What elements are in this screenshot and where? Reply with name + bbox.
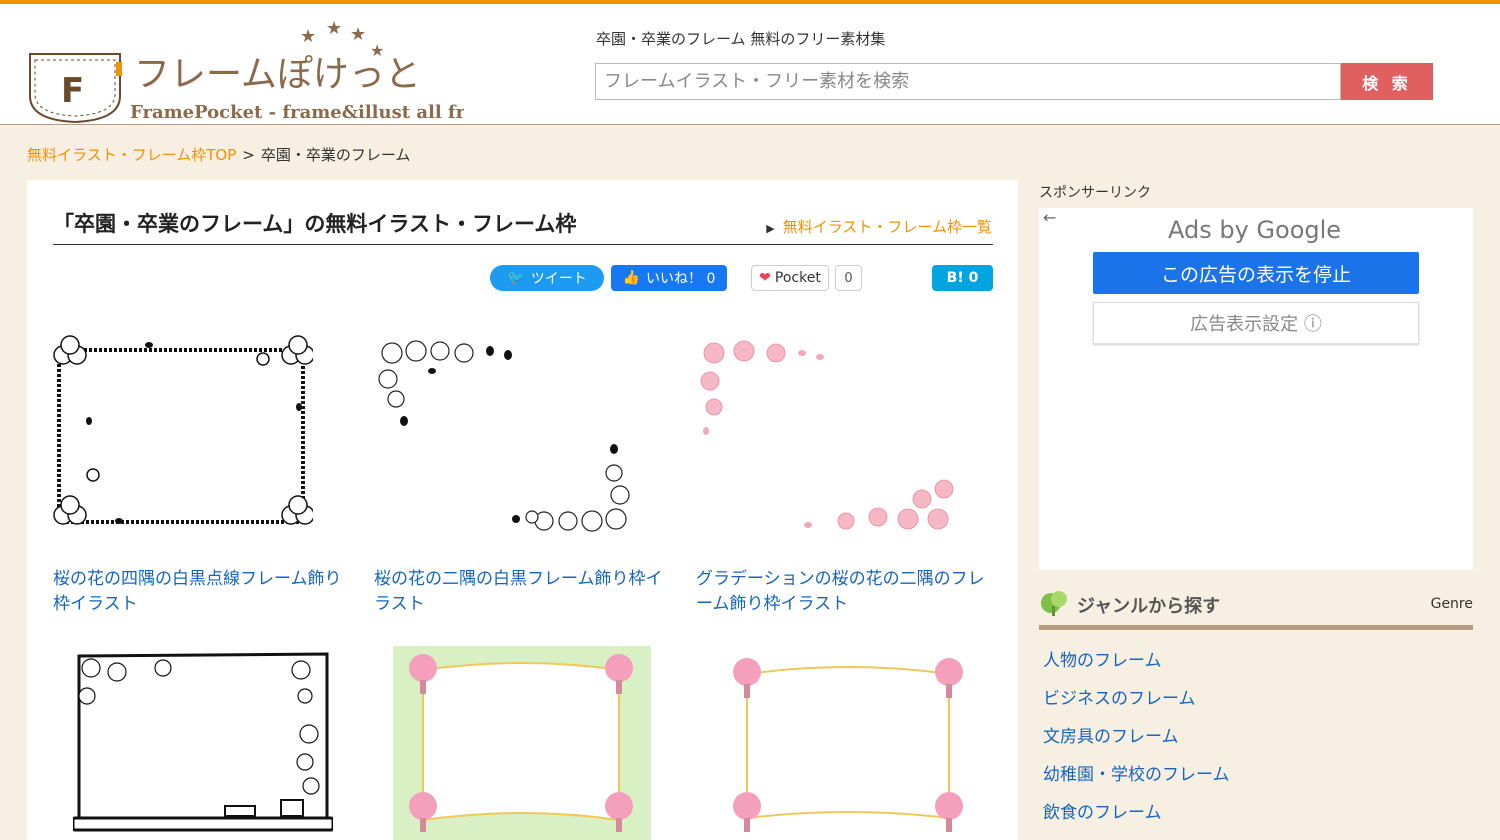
breadcrumb: 無料イラスト・フレーム枠TOP > 卒園・卒業のフレーム xyxy=(27,144,410,165)
main-content: 「卒園・卒業のフレーム」の無料イラスト・フレーム枠 ▶ 無料イラスト・フレーム枠一… xyxy=(27,180,1018,840)
ad-settings-button[interactable]: 広告表示設定 ⓘ xyxy=(1093,302,1419,344)
logo-subtitle: FramePocket - frame&illust all free xyxy=(130,102,464,123)
triangle-right-icon: ▶ xyxy=(766,222,775,235)
genre-header: ジャンルから探す Genre xyxy=(1039,588,1473,630)
frame-thumbnail[interactable] xyxy=(723,650,973,840)
leaf-icon xyxy=(1041,591,1067,616)
frame-card[interactable]: 桜の花の四隅の白黒点線フレーム飾り枠イラスト xyxy=(53,335,353,617)
frame-thumbnail[interactable] xyxy=(73,650,333,840)
frame-card[interactable]: 桜の花の二隅の白黒フレーム飾り枠イラスト xyxy=(374,335,674,617)
breadcrumb-current: 卒園・卒業のフレーム xyxy=(260,146,411,164)
twitter-bird-icon: 🐦 xyxy=(507,270,525,286)
sponsor-label: スポンサーリンク xyxy=(1039,185,1151,201)
svg-text:★: ★ xyxy=(326,18,342,39)
search-input[interactable] xyxy=(595,63,1341,100)
stop-ad-button[interactable]: この広告の表示を停止 xyxy=(1093,252,1419,294)
logo-letter: F xyxy=(61,71,84,111)
svg-text:★: ★ xyxy=(370,41,384,60)
pocket-icon: ❤ xyxy=(759,270,771,286)
svg-text:★: ★ xyxy=(300,26,316,47)
facebook-like-button[interactable]: 👍 いいね！ 0 xyxy=(611,265,727,291)
site-header: F フレームぽけっと FramePocket - frame&illust al… xyxy=(0,4,1500,125)
genre-title-en: Genre xyxy=(1430,596,1473,612)
breadcrumb-separator: > xyxy=(242,146,255,164)
like-label: いいね！ 0 xyxy=(646,271,716,287)
genre-link[interactable]: 文房具のフレーム xyxy=(1043,722,1230,760)
frame-thumbnail[interactable] xyxy=(374,335,634,535)
frame-list-link[interactable]: ▶ 無料イラスト・フレーム枠一覧 xyxy=(766,216,992,237)
pocket-label: Pocket xyxy=(774,270,821,286)
genre-link[interactable]: 飲食のフレーム xyxy=(1043,798,1230,836)
genre-link[interactable]: 幼稚園・学校のフレーム xyxy=(1043,760,1230,798)
ad-box: ← Ads by Google この広告の表示を停止 広告表示設定 ⓘ xyxy=(1039,208,1473,570)
pocket-count: 0 xyxy=(835,265,862,291)
genre-list: 人物のフレーム ビジネスのフレーム 文房具のフレーム 幼稚園・学校のフレーム 飲… xyxy=(1043,646,1230,836)
frame-card-title[interactable]: グラデーションの桜の花の二隅のフレーム飾り枠イラスト xyxy=(696,567,991,617)
tweet-button[interactable]: 🐦 ツイート xyxy=(490,265,604,291)
logo-title: フレームぽけっと xyxy=(134,54,421,95)
search-button[interactable]: 検 索 xyxy=(1341,63,1433,100)
tweet-label: ツイート xyxy=(530,271,587,287)
frame-thumbnail[interactable] xyxy=(393,646,651,840)
search-bar: 検 索 xyxy=(595,63,1433,100)
hatena-bookmark-button[interactable]: B! 0 xyxy=(932,265,993,291)
title-divider xyxy=(53,244,993,245)
genre-link[interactable]: 人物のフレーム xyxy=(1043,646,1230,684)
genre-link[interactable]: ビジネスのフレーム xyxy=(1043,684,1230,722)
frame-card[interactable]: グラデーションの桜の花の二隅のフレーム飾り枠イラスト xyxy=(696,335,996,617)
page-title: 「卒園・卒業のフレーム」の無料イラスト・フレーム枠 xyxy=(53,212,577,236)
breadcrumb-home-link[interactable]: 無料イラスト・フレーム枠TOP xyxy=(27,146,236,164)
frame-thumbnail[interactable] xyxy=(53,335,315,535)
thumbs-up-icon: 👍 xyxy=(622,270,641,286)
pocket-button[interactable]: ❤ Pocket xyxy=(751,265,829,291)
frame-list-link-label: 無料イラスト・フレーム枠一覧 xyxy=(782,218,992,236)
genre-title: ジャンルから探す xyxy=(1077,596,1221,617)
frame-thumbnail[interactable] xyxy=(696,335,956,535)
svg-text:★: ★ xyxy=(350,24,366,45)
site-logo[interactable]: F フレームぽけっと FramePocket - frame&illust al… xyxy=(24,16,464,126)
ads-by-google-label: Ads by Google xyxy=(1168,216,1342,244)
frame-card-title[interactable]: 桜の花の四隅の白黒点線フレーム飾り枠イラスト xyxy=(53,567,348,617)
sidebar: スポンサーリンク ← Ads by Google この広告の表示を停止 広告表示… xyxy=(1039,180,1473,840)
back-arrow-icon[interactable]: ← xyxy=(1043,208,1056,227)
site-tagline: 卒園・卒業のフレーム 無料のフリー素材集 xyxy=(596,30,886,48)
frame-card-title[interactable]: 桜の花の二隅の白黒フレーム飾り枠イラスト xyxy=(374,567,669,617)
